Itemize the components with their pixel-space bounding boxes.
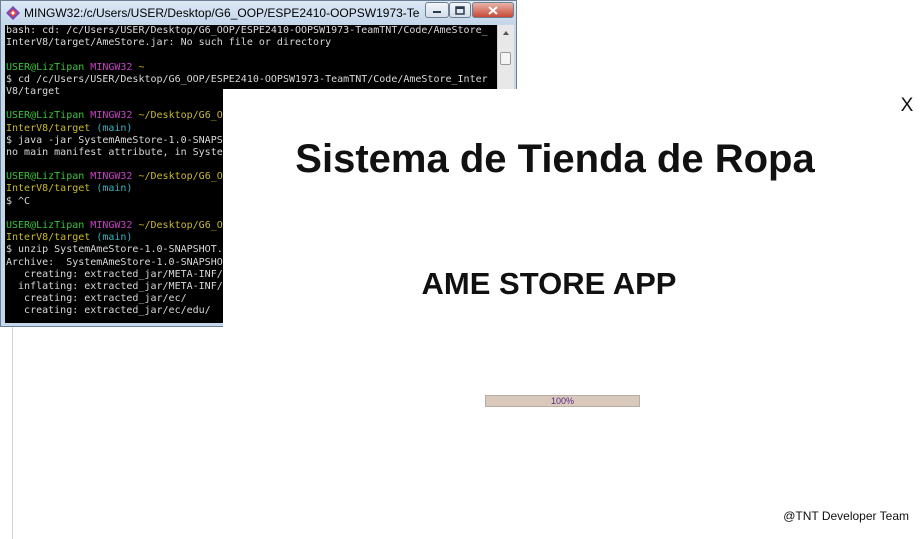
terminal-text-segment: InterV8/target/AmeStore.jar: No such fil… [6,37,332,49]
terminal-text-segment: InterV8/target [6,232,97,244]
terminal-text-segment: creating: extracted_jar/ec/ [6,293,187,305]
terminal-text-segment: $ ^C [6,195,31,207]
splash-title: Sistema de Tienda de Ropa [295,137,815,181]
terminal-line: InterV8/target/AmeStore.jar: No such fil… [6,37,497,49]
maximize-icon [455,5,465,15]
terminal-text-segment: Archive: SystemAmeStore-1.0-SNAPSHOT.jar [6,256,253,268]
git-bash-icon [6,6,20,20]
developer-credit: @TNT Developer Team [783,509,909,523]
terminal-text-segment: USER@LizTipan [6,171,91,183]
close-icon [488,5,498,15]
terminal-line: $ cd /c/Users/USER/Desktop/G6_OOP/ESPE24… [6,74,497,86]
terminal-text-segment: MINGW32 [90,61,139,73]
terminal-text-segment: (main) [96,232,133,244]
scroll-thumb[interactable] [500,52,511,65]
terminal-text-segment: (main) [96,183,133,195]
terminal-text-segment: USER@LizTipan [6,61,91,73]
terminal-text-segment: V8/target [6,85,61,97]
minimize-button[interactable] [425,2,449,18]
close-button[interactable] [472,2,514,18]
terminal-text-segment: InterV8/target [6,183,97,195]
terminal-text-segment: creating: extracted_jar/META-INF/ [6,268,223,280]
terminal-text-segment: creating: extracted_jar/ec/edu/ [6,305,211,317]
terminal-text-segment: $ cd /c/Users/USER/Desktop/G6_OOP/ESPE24… [6,73,488,85]
background-divider [12,327,13,539]
terminal-text-segment: MINGW32 [90,220,139,231]
minimize-icon [433,11,441,13]
app-name: AME STORE APP [421,266,677,301]
terminal-text-segment: bash: cd: /c/Users/USER/Desktop/G6_OOP/E… [6,25,488,36]
terminal-text-segment: USER@LizTipan [6,220,91,231]
terminal-title: MINGW32:/c/Users/USER/Desktop/G6_OOP/ESP… [24,6,419,20]
terminal-text-segment: USER@LizTipan [6,110,91,122]
progress-label: 100% [550,396,575,406]
arrow-up-icon [503,31,509,35]
splash-window: X Sistema de Tienda de Ropa AME STORE AP… [223,89,921,539]
terminal-text-segment: (main) [96,122,133,134]
scroll-up-button[interactable] [498,26,514,40]
terminal-line: bash: cd: /c/Users/USER/Desktop/G6_OOP/E… [6,25,497,37]
terminal-text-segment: MINGW32 [90,110,139,122]
terminal-text-segment: MINGW32 [90,171,139,183]
terminal-line: USER@LizTipan MINGW32 ~ [6,62,497,74]
terminal-titlebar[interactable]: MINGW32:/c/Users/USER/Desktop/G6_OOP/ESP… [1,1,516,24]
terminal-text-segment: ~ [138,61,145,73]
terminal-text-segment: InterV8/target [6,122,97,134]
loading-progress-bar: 100% [485,395,640,407]
maximize-button[interactable] [449,2,471,18]
splash-close-button[interactable]: X [899,95,915,117]
